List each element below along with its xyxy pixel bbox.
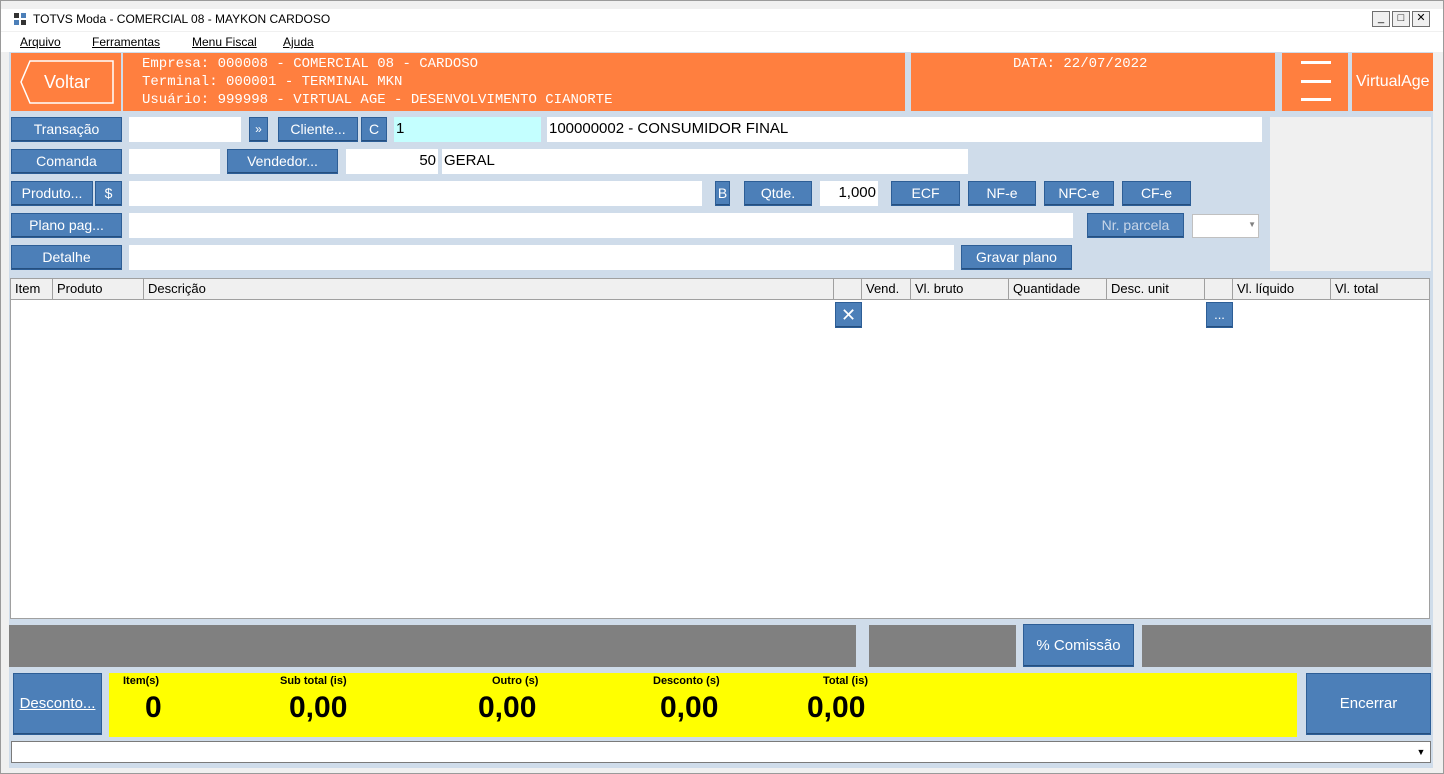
items-grid[interactable]: Item Produto Descrição Vend. Vl. bruto Q… bbox=[10, 278, 1430, 619]
app-icon bbox=[14, 13, 26, 25]
nr-parcela-button[interactable]: Nr. parcela bbox=[1087, 213, 1184, 238]
menu-ferramentas[interactable]: Ferramentas bbox=[92, 35, 160, 49]
minimize-button[interactable]: _ bbox=[1372, 11, 1390, 27]
transacao-more-button[interactable]: » bbox=[249, 117, 268, 142]
chevron-down-icon: ▼ bbox=[1248, 220, 1256, 229]
delete-item-icon[interactable]: ✕ bbox=[835, 302, 862, 328]
vendedor-name-field: GERAL bbox=[442, 149, 968, 174]
close-button[interactable]: ✕ bbox=[1412, 11, 1430, 27]
grid-header: Item Produto Descrição Vend. Vl. bruto Q… bbox=[11, 279, 1429, 300]
usuario-text: Usuário: 999998 - VIRTUAL AGE - DESENVOL… bbox=[142, 92, 613, 108]
desconto-total-value: 0,00 bbox=[660, 691, 719, 724]
menu-bar: Arquivo Ferramentas Menu Fiscal Ajuda bbox=[1, 32, 1443, 52]
item-details-button[interactable]: ... bbox=[1206, 302, 1233, 328]
vendedor-code-input[interactable]: 50 bbox=[346, 149, 438, 174]
outro-label: Outro (s) bbox=[492, 675, 539, 687]
outro-value: 0,00 bbox=[478, 691, 537, 724]
photo-panel bbox=[1270, 117, 1431, 271]
session-info: Empresa: 000008 - COMERCIAL 08 - CARDOSO… bbox=[123, 53, 905, 111]
date-panel: DATA: 22/07/2022 bbox=[911, 53, 1275, 111]
empresa-text: Empresa: 000008 - COMERCIAL 08 - CARDOSO bbox=[142, 56, 479, 72]
back-panel: Voltar bbox=[11, 53, 121, 111]
virtualage-button[interactable]: VirtualAge bbox=[1352, 53, 1433, 111]
col-descricao[interactable]: Descrição bbox=[144, 279, 834, 300]
col-vl-bruto[interactable]: Vl. bruto bbox=[911, 279, 1009, 300]
window-title: TOTVS Moda - COMERCIAL 08 - MAYKON CARDO… bbox=[33, 12, 331, 26]
date-text: DATA: 22/07/2022 bbox=[1013, 56, 1148, 72]
cfe-button[interactable]: CF-e bbox=[1122, 181, 1191, 206]
menu-ajuda[interactable]: Ajuda bbox=[283, 35, 314, 49]
total-label: Total (is) bbox=[823, 675, 869, 687]
hamburger-icon-bar bbox=[1301, 80, 1331, 83]
qtde-input[interactable]: 1,000 bbox=[820, 181, 878, 206]
desconto-button[interactable]: Desconto... bbox=[13, 673, 102, 735]
hamburger-icon-bar bbox=[1301, 98, 1331, 101]
subtotal-value: 0,00 bbox=[289, 691, 348, 724]
itens-label: Item(s) bbox=[123, 675, 160, 687]
title-bar: TOTVS Moda - COMERCIAL 08 - MAYKON CARDO… bbox=[1, 9, 1443, 31]
plano-pag-button[interactable]: Plano pag... bbox=[11, 213, 122, 238]
nfce-button[interactable]: NFC-e bbox=[1044, 181, 1114, 206]
itens-value: 0 bbox=[145, 691, 162, 724]
status-combobox[interactable]: ▼ bbox=[11, 741, 1431, 763]
col-vl-total[interactable]: Vl. total bbox=[1331, 279, 1429, 300]
vendedor-button[interactable]: Vendedor... bbox=[227, 149, 338, 174]
col-quantidade[interactable]: Quantidade bbox=[1009, 279, 1107, 300]
produto-input[interactable] bbox=[129, 181, 702, 206]
brand-label: VirtualAge bbox=[1356, 73, 1430, 90]
plano-pag-input[interactable] bbox=[129, 213, 1073, 238]
chevron-down-icon[interactable]: ▼ bbox=[1414, 744, 1428, 760]
detalhe-button[interactable]: Detalhe bbox=[11, 245, 122, 270]
main-content: Voltar Empresa: 000008 - COMERCIAL 08 - … bbox=[9, 52, 1433, 768]
col-desc-unit[interactable]: Desc. unit bbox=[1107, 279, 1205, 300]
barcode-button[interactable]: B bbox=[715, 181, 730, 206]
maximize-button[interactable]: □ bbox=[1392, 11, 1410, 27]
transacao-input[interactable] bbox=[129, 117, 241, 142]
status-panel-left bbox=[9, 625, 856, 667]
gravar-plano-button[interactable]: Gravar plano bbox=[961, 245, 1072, 270]
comanda-input[interactable] bbox=[129, 149, 220, 174]
totals-panel: Item(s) 0 Sub total (is) 0,00 Outro (s) … bbox=[109, 673, 1297, 737]
encerrar-button[interactable]: Encerrar bbox=[1306, 673, 1431, 735]
transacao-button[interactable]: Transação bbox=[11, 117, 122, 142]
qtde-button[interactable]: Qtde. bbox=[744, 181, 812, 206]
nfe-button[interactable]: NF-e bbox=[968, 181, 1036, 206]
status-panel-middle bbox=[869, 625, 1016, 667]
cliente-name-field: 100000002 - CONSUMIDOR FINAL bbox=[547, 117, 1262, 142]
total-value: 0,00 bbox=[807, 691, 866, 724]
price-button[interactable]: $ bbox=[95, 181, 122, 206]
hamburger-button[interactable] bbox=[1282, 53, 1348, 111]
comanda-button[interactable]: Comanda bbox=[11, 149, 122, 174]
cliente-button[interactable]: Cliente... bbox=[278, 117, 358, 142]
parcela-select[interactable]: ▼ bbox=[1192, 214, 1259, 238]
back-button[interactable]: Voltar bbox=[20, 60, 114, 104]
terminal-text: Terminal: 000001 - TERMINAL MKN bbox=[142, 74, 403, 90]
status-panel-right bbox=[1142, 625, 1431, 667]
cliente-c-button[interactable]: C bbox=[361, 117, 387, 142]
cliente-code-input[interactable]: 1 bbox=[394, 117, 541, 142]
desconto-total-label: Desconto (s) bbox=[653, 675, 720, 687]
hamburger-icon bbox=[1301, 61, 1331, 64]
col-item[interactable]: Item bbox=[11, 279, 53, 300]
col-more bbox=[1205, 279, 1233, 300]
produto-button[interactable]: Produto... bbox=[11, 181, 93, 206]
col-delete bbox=[834, 279, 862, 300]
detalhe-input[interactable] bbox=[129, 245, 954, 270]
col-produto[interactable]: Produto bbox=[53, 279, 144, 300]
app-window: TOTVS Moda - COMERCIAL 08 - MAYKON CARDO… bbox=[0, 0, 1444, 774]
menu-arquivo[interactable]: Arquivo bbox=[20, 35, 61, 49]
menu-fiscal[interactable]: Menu Fiscal bbox=[192, 35, 257, 49]
comissao-button[interactable]: % Comissão bbox=[1023, 624, 1134, 667]
col-vl-liquido[interactable]: Vl. líquido bbox=[1233, 279, 1331, 300]
ecf-button[interactable]: ECF bbox=[891, 181, 960, 206]
subtotal-label: Sub total (is) bbox=[280, 675, 347, 687]
col-vend[interactable]: Vend. bbox=[862, 279, 911, 300]
